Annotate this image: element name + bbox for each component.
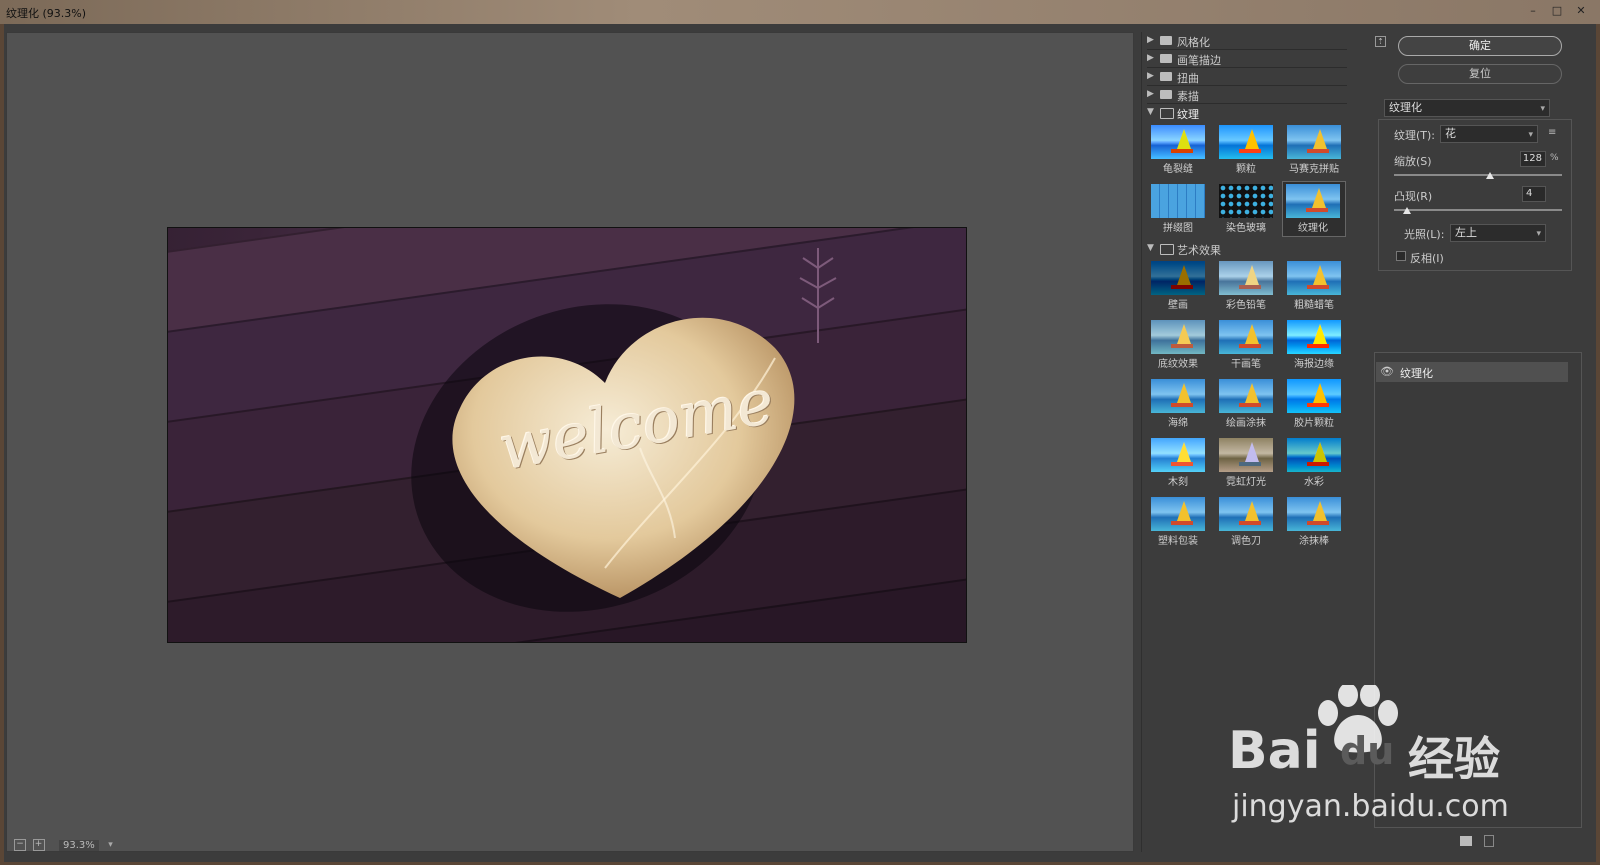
category-artistic[interactable]: ▼ 艺术效果 — [1147, 240, 1347, 258]
jingyan-url: jingyan.baidu.com — [1232, 789, 1509, 824]
texture-menu-icon[interactable]: ≡ — [1548, 127, 1556, 138]
chevron-down-icon: ▾ — [1528, 130, 1533, 140]
maximize-icon[interactable]: □ — [1548, 4, 1566, 18]
folder-icon — [1160, 90, 1172, 99]
filter-thumb-selected[interactable]: 纹理化 — [1282, 181, 1346, 237]
scale-unit: % — [1550, 153, 1559, 163]
chevron-down-icon: ▾ — [1540, 104, 1545, 114]
category-sketch[interactable]: ▶ 素描 — [1147, 86, 1347, 104]
filter-thumb[interactable]: 绘画涂抹 — [1216, 377, 1280, 433]
collapsed-arrow-icon: ▶ — [1147, 89, 1154, 99]
folder-icon — [1160, 54, 1172, 63]
window-titlebar: 纹理化 (93.3%) – □ ✕ — [0, 0, 1600, 24]
filter-thumb[interactable]: 拼缀图 — [1148, 182, 1212, 238]
filter-thumb[interactable]: 龟裂缝 — [1148, 123, 1212, 179]
collapsed-arrow-icon: ▶ — [1147, 53, 1154, 63]
collapsed-arrow-icon: ▶ — [1147, 35, 1154, 45]
filter-thumb[interactable]: 染色玻璃 — [1216, 182, 1280, 238]
open-folder-icon — [1160, 244, 1174, 255]
category-stylize[interactable]: ▶ 风格化 — [1147, 32, 1347, 50]
relief-slider-track[interactable] — [1394, 209, 1562, 211]
filter-thumb[interactable]: 海报边缘 — [1284, 318, 1348, 374]
scale-label: 缩放(S) — [1394, 155, 1432, 168]
preview-image: welcome — [167, 227, 967, 643]
filter-thumb[interactable]: 调色刀 — [1216, 495, 1280, 551]
category-texture[interactable]: ▼ 纹理 — [1147, 104, 1347, 122]
collapsed-arrow-icon: ▶ — [1147, 71, 1154, 81]
jingyan-text: 经验 — [1408, 732, 1500, 786]
scale-slider-handle[interactable] — [1485, 172, 1494, 179]
effect-layer-row[interactable]: 👁 纹理化 — [1376, 362, 1568, 382]
texture-select[interactable]: 花 ▾ — [1440, 125, 1538, 143]
relief-input[interactable]: 4 — [1522, 186, 1546, 202]
filter-thumb[interactable]: 海绵 — [1148, 377, 1212, 433]
folder-icon — [1160, 36, 1172, 45]
scale-input[interactable]: 128 — [1520, 151, 1546, 167]
relief-slider-handle[interactable] — [1403, 207, 1412, 214]
category-distort[interactable]: ▶ 扭曲 — [1147, 68, 1347, 86]
folder-icon — [1160, 72, 1172, 81]
filter-thumb[interactable]: 彩色铅笔 — [1216, 259, 1280, 315]
status-bar: − + 93.3% ▾ — [14, 838, 314, 852]
minimize-icon[interactable]: – — [1524, 4, 1542, 18]
invert-label: 反相(I) — [1410, 252, 1444, 265]
collapse-panel-icon[interactable]: ⇡ — [1375, 36, 1386, 47]
baidu-paw-text: du — [1340, 729, 1395, 773]
filter-select[interactable]: 纹理化 ▾ — [1384, 99, 1550, 117]
filter-thumb[interactable]: 粗糙蜡笔 — [1284, 259, 1348, 315]
filter-thumb[interactable]: 塑料包装 — [1148, 495, 1212, 551]
filter-thumb[interactable]: 壁画 — [1148, 259, 1212, 315]
relief-label: 凸现(R) — [1394, 190, 1433, 203]
expanded-arrow-icon: ▼ — [1147, 107, 1154, 117]
texture-label: 纹理(T): — [1394, 129, 1436, 142]
wheat-decoration — [799, 248, 837, 343]
light-label: 光照(L): — [1404, 228, 1445, 241]
filter-thumb[interactable]: 涂抹棒 — [1284, 495, 1348, 551]
zoom-level[interactable]: 93.3% — [59, 839, 99, 851]
zoom-in-button[interactable]: + — [32, 839, 45, 851]
filter-thumb[interactable]: 马赛克拼贴 — [1284, 123, 1348, 179]
filter-thumb[interactable]: 霓虹灯光 — [1216, 436, 1280, 492]
scale-slider-track[interactable] — [1394, 174, 1562, 176]
filter-thumb[interactable]: 胶片颗粒 — [1284, 377, 1348, 433]
delete-effect-layer-icon[interactable] — [1484, 835, 1494, 847]
invert-checkbox[interactable] — [1396, 251, 1406, 261]
new-effect-layer-icon[interactable] — [1460, 836, 1472, 846]
filter-thumb[interactable]: 木刻 — [1148, 436, 1212, 492]
zoom-out-button[interactable]: − — [14, 839, 26, 851]
visibility-eye-icon[interactable]: 👁 — [1380, 365, 1394, 378]
zoom-dropdown-icon[interactable]: ▾ — [108, 840, 113, 850]
open-folder-icon — [1160, 108, 1174, 119]
light-select[interactable]: 左上 ▾ — [1450, 224, 1546, 242]
filter-thumb[interactable]: 颗粒 — [1216, 123, 1280, 179]
baidu-jingyan-watermark: Bai du 经验 jingyan.baidu.com — [1228, 685, 1528, 835]
filter-thumb[interactable]: 水彩 — [1284, 436, 1348, 492]
category-brush-strokes[interactable]: ▶ 画笔描边 — [1147, 50, 1347, 68]
expanded-arrow-icon: ▼ — [1147, 243, 1154, 253]
filter-thumb[interactable]: 干画笔 — [1216, 318, 1280, 374]
baidu-logo-text: Bai — [1228, 721, 1321, 781]
chevron-down-icon: ▾ — [1536, 229, 1541, 239]
window-title: 纹理化 (93.3%) — [6, 7, 87, 20]
ok-button[interactable]: 确定 — [1398, 36, 1562, 56]
close-icon[interactable]: ✕ — [1572, 4, 1590, 18]
filter-thumb[interactable]: 底纹效果 — [1148, 318, 1212, 374]
reset-button[interactable]: 复位 — [1398, 64, 1562, 84]
